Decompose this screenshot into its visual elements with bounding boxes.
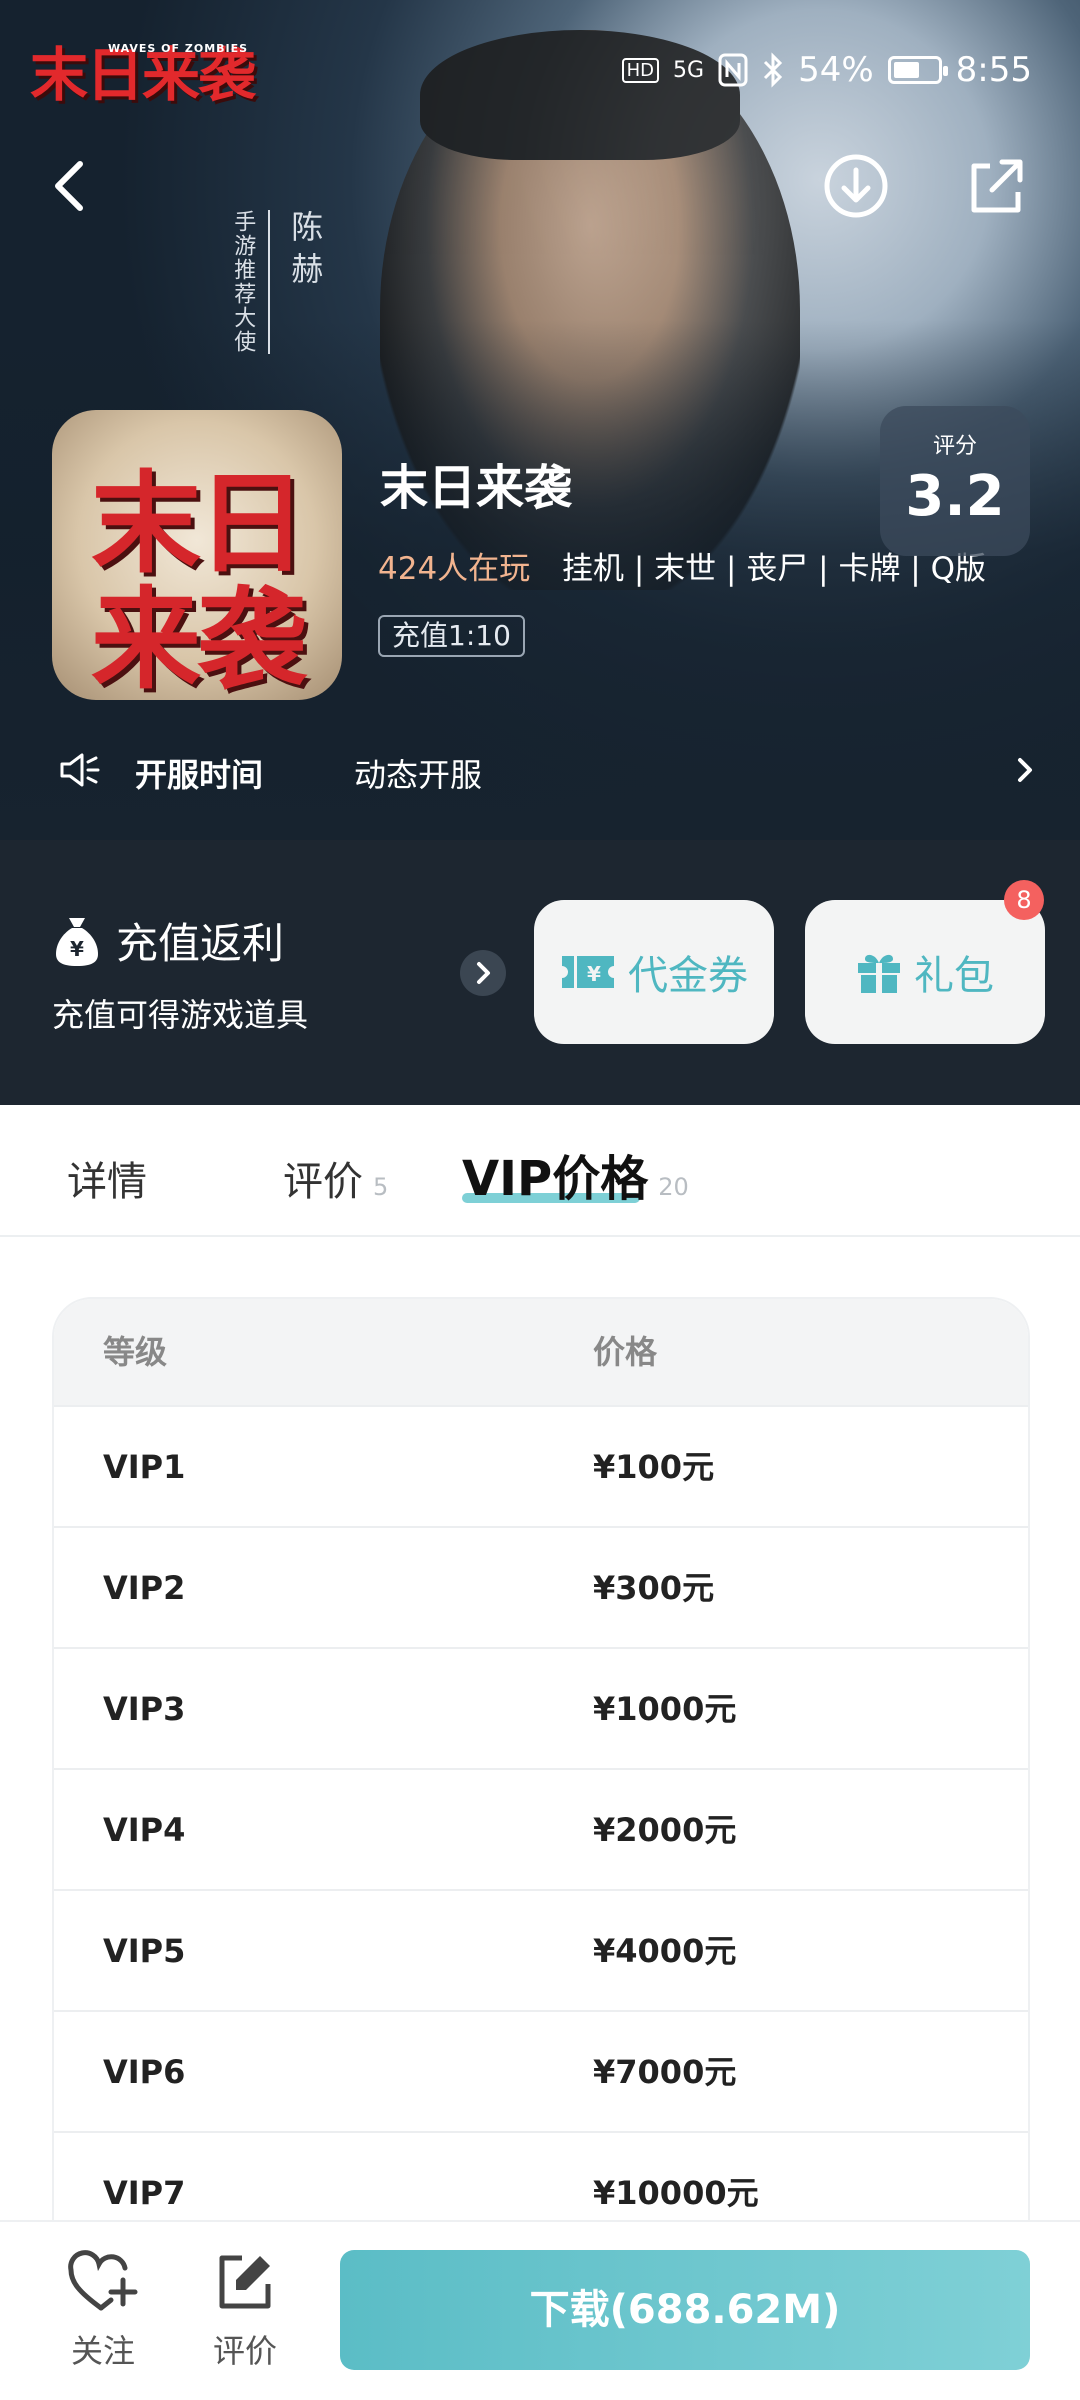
download-icon [824, 154, 888, 218]
tab-vip-count: 20 [658, 1173, 689, 1201]
tab-details[interactable]: 详情 [67, 1149, 147, 1207]
chevron-left-icon [55, 161, 83, 211]
game-icon: 末日 来袭 [52, 410, 342, 700]
vip-level: VIP5 [103, 1932, 186, 1970]
nfc-icon [718, 53, 748, 87]
gift-count-badge: 8 [1004, 880, 1044, 920]
table-row: VIP3 ¥1000元 [54, 1647, 1028, 1768]
vip-level: VIP7 [103, 2174, 186, 2212]
bottom-action-bar: 关注 评价 下载(688.62M) [0, 2220, 1080, 2400]
ambassador-name: 陈赫 [268, 210, 328, 354]
gift-icon [858, 954, 900, 993]
rating-label: 评分 [932, 434, 977, 459]
rating-box: 评分 3.2 [880, 406, 1030, 556]
battery-percent: 54% [798, 50, 874, 90]
vip-price: ¥4000元 [593, 1932, 737, 1970]
download-game-button[interactable]: 下载(688.62M) [340, 2250, 1030, 2370]
vip-level: VIP1 [103, 1448, 186, 1486]
server-time-value: 动态开服 [354, 756, 483, 794]
server-time-row[interactable]: 开服时间 动态开服 [0, 720, 1080, 820]
table-row: VIP1 ¥100元 [54, 1405, 1028, 1526]
review-label: 评价 [212, 2332, 277, 2370]
recharge-ratio-tag: 充值1:10 [378, 615, 525, 657]
table-row: VIP6 ¥7000元 [54, 2010, 1028, 2131]
battery-icon [887, 56, 948, 84]
tab-bar: 详情 评价 5 VIP价格 20 [0, 1105, 1080, 1237]
tab-reviews-count: 5 [373, 1173, 389, 1201]
ambassador-role: 手游推荐大使 [230, 210, 256, 354]
brand-logo: 末日来袭 WAVES OF ZOMBIES [30, 41, 256, 109]
rating-value: 3.2 [905, 464, 1005, 529]
chevron-right-icon [1018, 758, 1032, 782]
table-header: 等级 价格 [54, 1299, 1028, 1405]
ambassador-caption: 手游推荐大使 陈赫 [230, 210, 328, 354]
vip-price: ¥1000元 [593, 1690, 737, 1728]
vip-price: ¥100元 [593, 1448, 715, 1486]
rebate-subtitle: 充值可得游戏道具 [52, 996, 309, 1034]
svg-text:¥: ¥ [587, 962, 601, 986]
heart-plus-icon [68, 2250, 138, 2311]
vip-price-table: 等级 价格 VIP1 ¥100元 VIP2 ¥300元 VIP3 ¥1000元 … [52, 1297, 1030, 2222]
write-review-button[interactable]: 评价 [200, 2250, 290, 2372]
header-price: 价格 [593, 1333, 658, 1371]
vip-level: VIP2 [103, 1569, 186, 1607]
back-button[interactable] [40, 150, 100, 222]
gift-pack-button[interactable]: 礼包 [805, 900, 1045, 1044]
money-bag-icon: ¥ [56, 917, 98, 966]
vip-level: VIP4 [103, 1811, 186, 1849]
status-bar: 末日来袭 WAVES OF ZOMBIES HD 5G 54% 8:55 [0, 0, 1080, 140]
bluetooth-icon [764, 52, 783, 88]
vip-price: ¥7000元 [593, 2053, 737, 2091]
edit-icon [219, 2255, 271, 2309]
players-count: 424人在玩 [378, 551, 531, 587]
chevron-right-icon [477, 962, 490, 984]
server-time-label: 开服时间 [135, 756, 264, 794]
vip-level: VIP6 [103, 2053, 186, 2091]
vip-price: ¥2000元 [593, 1811, 737, 1849]
header-level: 等级 [103, 1333, 168, 1371]
share-icon [971, 159, 1023, 213]
voucher-button[interactable]: ¥ 代金券 [534, 900, 774, 1044]
vip-price: ¥300元 [593, 1569, 715, 1607]
table-row: VIP4 ¥2000元 [54, 1768, 1028, 1889]
tab-reviews[interactable]: 评价 5 [283, 1149, 388, 1207]
hd-indicator: HD [621, 57, 660, 83]
vip-level: VIP3 [103, 1690, 186, 1728]
game-title: 末日来袭 [380, 460, 573, 516]
share-button[interactable] [960, 150, 1032, 222]
tab-vip-price[interactable]: VIP价格 20 [462, 1139, 689, 1209]
status-icons: HD 5G 54% 8:55 [621, 48, 1032, 92]
download-manager-button[interactable] [820, 150, 892, 222]
vip-price: ¥10000元 [593, 2174, 759, 2212]
speaker-icon [60, 753, 100, 787]
rebate-title[interactable]: ¥ 充值返利 [52, 910, 284, 971]
follow-button[interactable]: 关注 [58, 2250, 148, 2372]
table-row: VIP5 ¥4000元 [54, 1889, 1028, 2010]
rebate-arrow-button[interactable] [460, 950, 506, 996]
ticket-icon: ¥ [562, 956, 614, 988]
clock: 8:55 [955, 50, 1032, 90]
table-row: VIP7 ¥10000元 [54, 2131, 1028, 2220]
table-row: VIP2 ¥300元 [54, 1526, 1028, 1647]
follow-label: 关注 [70, 2332, 135, 2370]
signal-indicator: 5G [673, 57, 705, 83]
svg-text:¥: ¥ [70, 937, 84, 961]
